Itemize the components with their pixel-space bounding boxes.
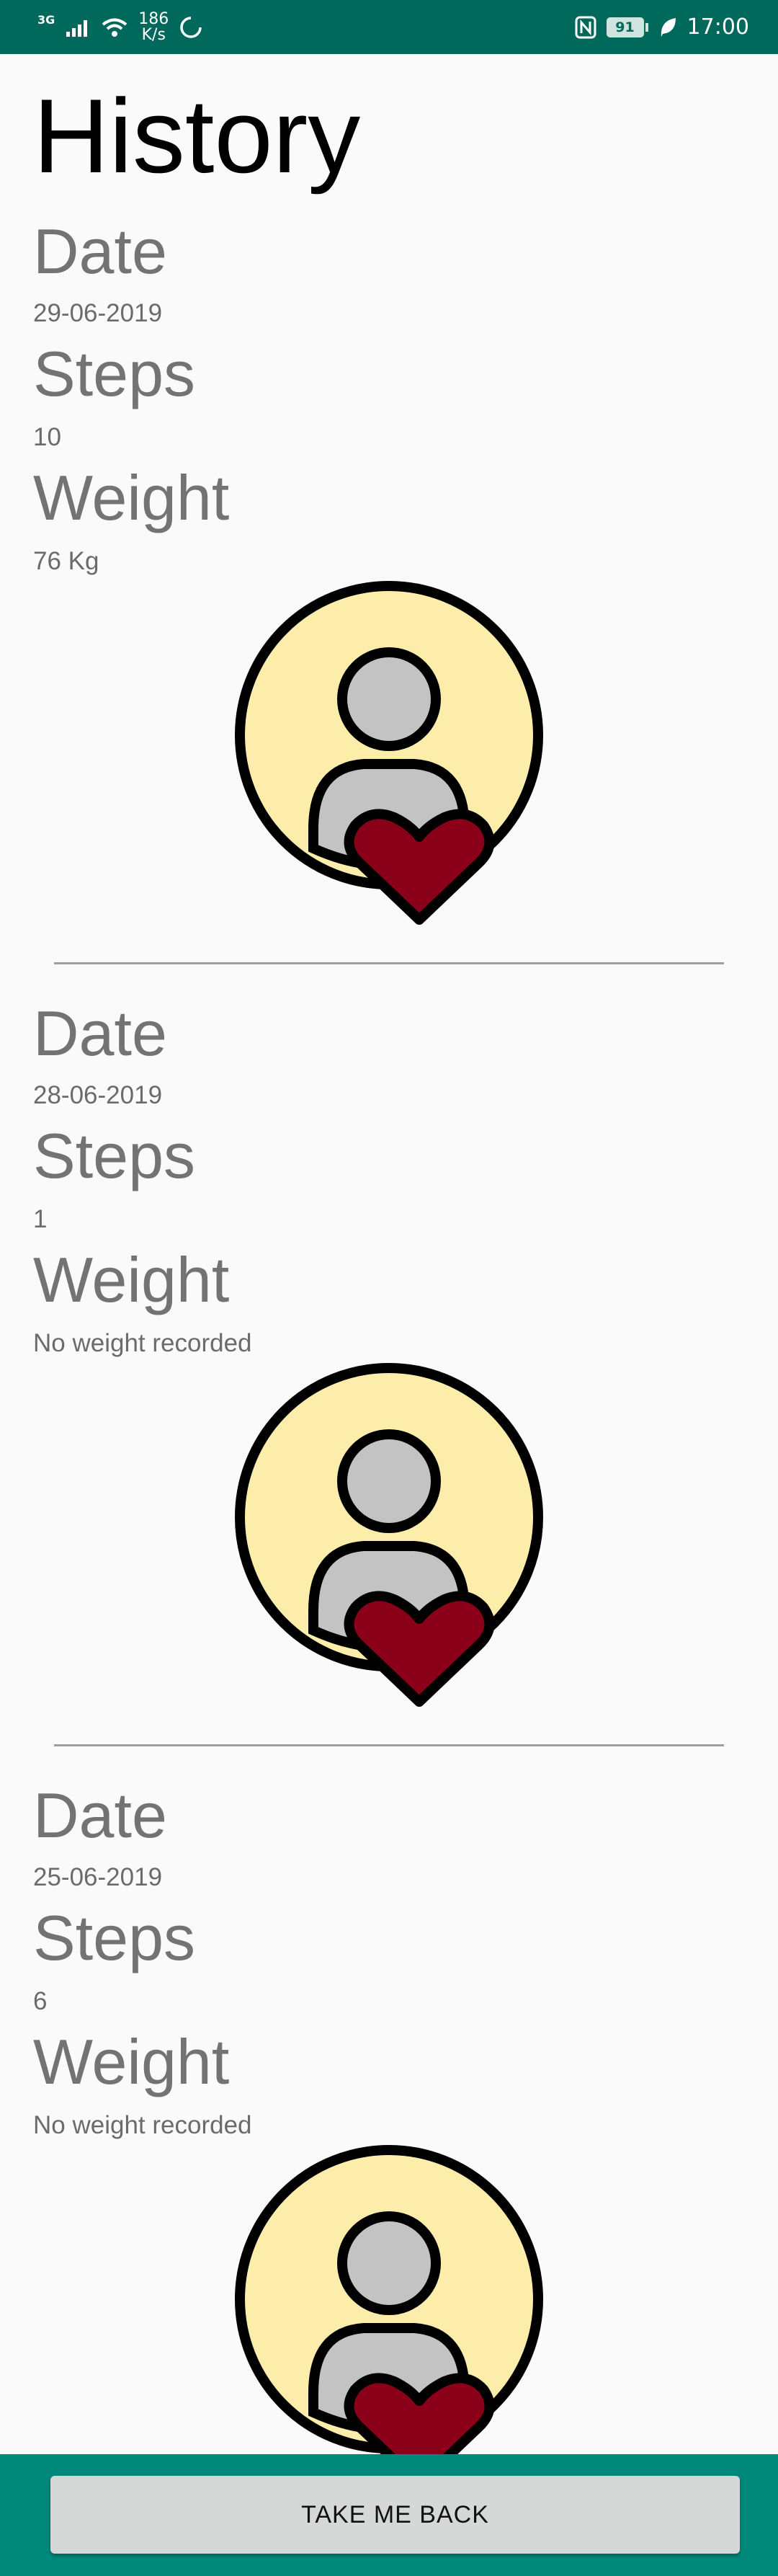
history-entry: Date 25-06-2019 Steps 6 Weight No weight… (0, 1784, 778, 2454)
history-entry: Date 28-06-2019 Steps 1 Weight No weight… (0, 1002, 778, 1784)
sync-icon (180, 16, 202, 38)
entry-divider (54, 1744, 724, 1746)
steps-value: 1 (33, 1205, 48, 1233)
battery-icon: 91 (606, 17, 644, 37)
person-heart-icon (235, 581, 543, 925)
weight-label: Weight (33, 1244, 230, 1315)
date-value: 28-06-2019 (33, 1081, 163, 1109)
date-value: 25-06-2019 (33, 1863, 163, 1891)
status-bar: 3G 186 K/s 91 17:00 (0, 0, 778, 54)
steps-label: Steps (33, 1120, 196, 1191)
date-value: 29-06-2019 (33, 299, 163, 327)
take-me-back-button[interactable]: TAKE ME BACK (50, 2476, 740, 2554)
weight-label: Weight (33, 2026, 230, 2097)
weight-value: No weight recorded (33, 2111, 252, 2139)
date-label: Date (33, 216, 167, 287)
network-type: 3G (37, 13, 55, 27)
wifi-icon (102, 18, 128, 37)
weight-label: Weight (33, 462, 230, 533)
weight-value: No weight recorded (33, 1329, 252, 1357)
steps-value: 10 (33, 423, 61, 451)
battery-tip (645, 22, 648, 32)
person-heart-icon (235, 1363, 543, 1707)
date-label: Date (33, 998, 167, 1069)
steps-label: Steps (33, 1902, 196, 1973)
status-right: 91 17:00 (575, 14, 749, 40)
history-entry: Date 29-06-2019 Steps 10 Weight 76 Kg (0, 220, 778, 1002)
steps-value: 6 (33, 1987, 48, 2015)
status-left: 3G 186 K/s (37, 9, 203, 44)
history-content[interactable]: History Date 29-06-2019 Steps 10 Weight … (0, 54, 778, 2454)
person-heart-icon (235, 2145, 543, 2454)
speed-unit: K/s (141, 25, 166, 44)
speed-value: 186 (138, 9, 169, 28)
status-time: 17:00 (687, 14, 749, 40)
nfc-icon (575, 16, 596, 38)
bottom-bar: TAKE ME BACK (0, 2454, 778, 2576)
page-title: History (33, 77, 361, 195)
leaf-icon (661, 17, 676, 37)
entry-divider (54, 962, 724, 964)
date-label: Date (33, 1780, 167, 1851)
signal-icon (66, 19, 88, 37)
weight-value: 76 Kg (33, 547, 99, 575)
network-speed: 186 K/s (138, 9, 169, 44)
steps-label: Steps (33, 338, 196, 409)
